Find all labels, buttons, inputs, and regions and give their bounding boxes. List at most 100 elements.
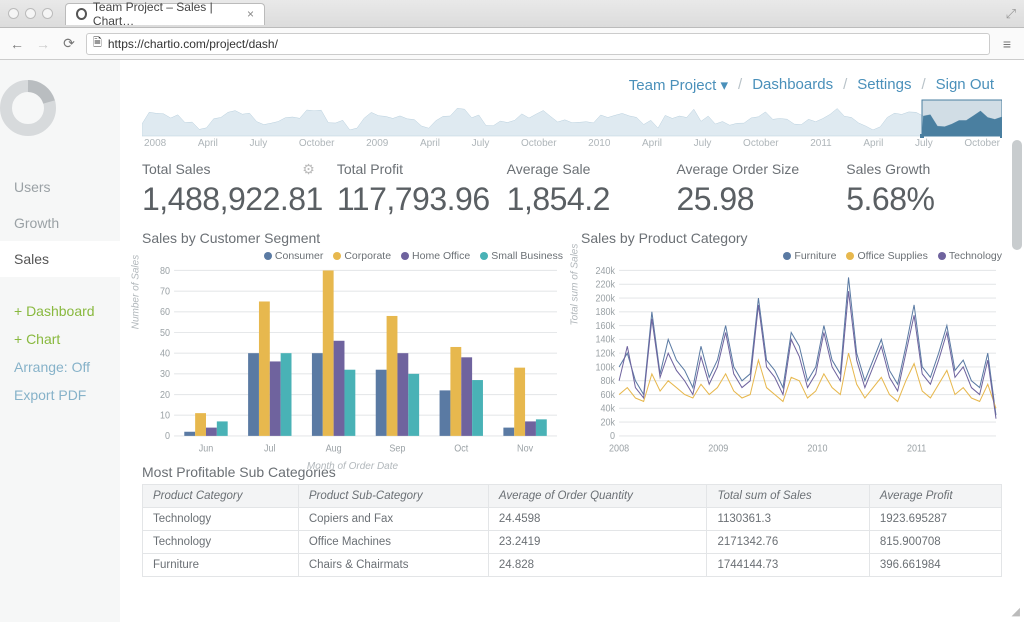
table-row: FurnitureChairs & Chairmats24.8281744144… bbox=[143, 554, 1002, 577]
kpi-label: Average Order Size bbox=[676, 161, 832, 177]
fullscreen-icon[interactable]: ⤢ bbox=[1006, 6, 1016, 22]
minimize-window-button[interactable] bbox=[25, 8, 36, 19]
address-bar[interactable]: 🗎 https://chartio.com/project/dash/ bbox=[86, 33, 990, 55]
svg-text:70: 70 bbox=[160, 286, 170, 298]
column-header[interactable]: Total sum of Sales bbox=[707, 485, 869, 508]
kpi-label: Average Sale bbox=[507, 161, 663, 177]
kpi-value: 117,793.96 bbox=[337, 181, 493, 218]
kpi-card: Sales Growth 5.68% bbox=[846, 161, 1002, 218]
bar bbox=[536, 419, 547, 436]
column-header[interactable]: Product Sub-Category bbox=[298, 485, 488, 508]
svg-text:80k: 80k bbox=[601, 376, 616, 388]
back-button[interactable]: ← bbox=[8, 36, 26, 52]
legend-item: Furniture bbox=[783, 250, 836, 262]
svg-text:240k: 240k bbox=[596, 266, 616, 277]
tab-title: Team Project – Sales | Chart… bbox=[93, 0, 235, 28]
svg-text:30: 30 bbox=[160, 369, 170, 381]
main-content: Team Project ▾ / Dashboards / Settings /… bbox=[120, 60, 1024, 622]
bar-ylabel: Number of Sales bbox=[131, 255, 142, 329]
legend-item: Office Supplies bbox=[846, 250, 927, 262]
table-panel: Most Profitable Sub Categories Product C… bbox=[120, 456, 1024, 577]
svg-text:Jun: Jun bbox=[199, 443, 214, 455]
line-chart-title: Sales by Product Category bbox=[581, 230, 1002, 246]
kpi-card: Average Sale1,854.2 bbox=[507, 161, 663, 218]
svg-text:50: 50 bbox=[160, 327, 170, 339]
favicon-icon bbox=[76, 8, 87, 20]
page-icon: 🗎 bbox=[93, 34, 102, 53]
kpi-value: 5.68% bbox=[846, 181, 1002, 218]
svg-text:Jul: Jul bbox=[264, 443, 276, 455]
sidebar-item-growth[interactable]: Growth bbox=[0, 205, 120, 241]
bar bbox=[312, 353, 323, 436]
export-pdf-button[interactable]: Export PDF bbox=[0, 381, 120, 409]
bar bbox=[450, 347, 461, 436]
menu-button[interactable]: ≡ bbox=[998, 36, 1016, 52]
kpi-label: Total Sales bbox=[142, 161, 323, 177]
zoom-window-button[interactable] bbox=[42, 8, 53, 19]
bar bbox=[217, 421, 228, 435]
bar bbox=[195, 413, 206, 436]
bar bbox=[206, 428, 217, 436]
bar bbox=[472, 380, 483, 436]
svg-text:120k: 120k bbox=[596, 348, 616, 360]
svg-text:2009: 2009 bbox=[708, 443, 728, 455]
bar bbox=[397, 353, 408, 436]
url-text: https://chartio.com/project/dash/ bbox=[108, 37, 278, 51]
profit-table: Product CategoryProduct Sub-CategoryAver… bbox=[142, 484, 1002, 577]
bar-chart-title: Sales by Customer Segment bbox=[142, 230, 563, 246]
svg-text:20k: 20k bbox=[601, 417, 616, 429]
line-chart-panel: Sales by Product Category Furniture Offic… bbox=[581, 230, 1002, 456]
bar bbox=[525, 421, 536, 435]
kpi-card: Total Profit117,793.96 bbox=[337, 161, 493, 218]
svg-text:40: 40 bbox=[160, 348, 170, 360]
svg-text:Nov: Nov bbox=[517, 443, 533, 455]
legend-item: Technology bbox=[938, 250, 1002, 262]
svg-text:140k: 140k bbox=[596, 334, 616, 346]
resize-handle-icon[interactable]: ◢ bbox=[1012, 605, 1020, 618]
column-header[interactable]: Average Profit bbox=[869, 485, 1001, 508]
new-chart-button[interactable]: + Chart bbox=[0, 325, 120, 353]
close-tab-icon[interactable]: × bbox=[247, 7, 254, 21]
svg-text:Aug: Aug bbox=[326, 443, 342, 455]
bar-xlabel: Month of Order Date bbox=[142, 461, 563, 472]
svg-text:220k: 220k bbox=[596, 279, 616, 291]
browser-titlebar: Team Project – Sales | Chart… × ⤢ bbox=[0, 0, 1024, 28]
close-window-button[interactable] bbox=[8, 8, 19, 19]
new-dashboard-button[interactable]: + Dashboard bbox=[0, 297, 120, 325]
sidebar-item-sales[interactable]: Sales bbox=[0, 241, 120, 277]
table-row: TechnologyCopiers and Fax24.45981130361.… bbox=[143, 508, 1002, 531]
column-header[interactable]: Average of Order Quantity bbox=[488, 485, 707, 508]
kpi-value: 25.98 bbox=[676, 181, 832, 218]
kpi-label: Sales Growth bbox=[846, 161, 1002, 177]
bar bbox=[376, 370, 387, 436]
sidebar-item-users[interactable]: Users bbox=[0, 169, 120, 205]
reload-button[interactable]: ⟳ bbox=[60, 35, 78, 52]
browser-tab[interactable]: Team Project – Sales | Chart… × bbox=[65, 3, 265, 25]
legend-item: Home Office bbox=[401, 250, 470, 262]
svg-text:2008: 2008 bbox=[609, 443, 629, 455]
nav-signout[interactable]: Sign Out bbox=[936, 76, 994, 94]
forward-button[interactable]: → bbox=[34, 36, 52, 52]
gear-icon[interactable]: ⚙ bbox=[302, 161, 315, 178]
svg-text:180k: 180k bbox=[596, 307, 616, 319]
window-controls[interactable] bbox=[8, 8, 53, 19]
legend-item: Corporate bbox=[333, 250, 391, 262]
line-series bbox=[619, 291, 996, 419]
bar bbox=[259, 301, 270, 435]
nav-dashboards[interactable]: Dashboards bbox=[752, 76, 833, 94]
svg-text:Oct: Oct bbox=[454, 443, 468, 455]
scrollbar[interactable] bbox=[1012, 140, 1022, 614]
bar bbox=[440, 390, 451, 435]
timeline-brush[interactable]: 2008AprilJulyOctober2009AprilJulyOctober… bbox=[142, 98, 1002, 149]
nav-settings[interactable]: Settings bbox=[857, 76, 911, 94]
column-header[interactable]: Product Category bbox=[143, 485, 299, 508]
scroll-thumb[interactable] bbox=[1012, 140, 1022, 250]
table-row: TechnologyOffice Machines23.24192171342.… bbox=[143, 531, 1002, 554]
kpi-card: Total Sales⚙1,488,922.81 bbox=[142, 161, 323, 218]
bar bbox=[514, 368, 525, 436]
sidebar: Users Growth Sales + Dashboard + Chart A… bbox=[0, 60, 120, 622]
arrange-toggle[interactable]: Arrange: Off bbox=[0, 353, 120, 381]
project-dropdown[interactable]: Team Project ▾ bbox=[629, 76, 728, 94]
svg-text:2010: 2010 bbox=[807, 443, 827, 455]
svg-text:80: 80 bbox=[160, 266, 170, 277]
